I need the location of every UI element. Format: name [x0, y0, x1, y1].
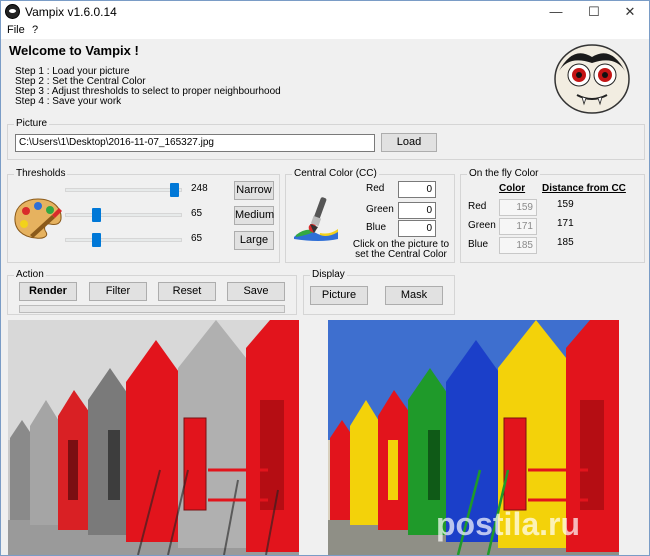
paint-brush-icon: [294, 197, 338, 241]
cc-green-label: Green: [366, 204, 394, 215]
otf-red-distance: 159: [557, 199, 574, 210]
large-button[interactable]: Large: [234, 231, 274, 250]
medium-button[interactable]: Medium: [234, 206, 274, 225]
otf-blue-label: Blue: [468, 239, 489, 250]
load-button[interactable]: Load: [381, 133, 437, 152]
menu-help[interactable]: ?: [32, 24, 38, 36]
central-color-group: Central Color (CC) Red 0 Green 0 Blue 0 …: [285, 168, 455, 263]
otf-green-label: Green: [468, 220, 496, 231]
close-icon[interactable]: ✕: [613, 1, 647, 23]
maximize-icon[interactable]: ☐: [577, 1, 611, 23]
thresholds-group-label: Thresholds: [14, 168, 68, 179]
otf-blue-color: 185: [499, 237, 537, 254]
thresholds-group: Thresholds 248 65 65 Narrow Medium Large: [7, 168, 280, 263]
mask-display-button[interactable]: Mask: [385, 286, 443, 305]
cc-red-input[interactable]: 0: [398, 181, 436, 198]
otf-blue-distance: 185: [557, 237, 574, 248]
original-picture[interactable]: postila.ru: [328, 320, 619, 555]
picture-group: Picture C:\Users\1\Desktop\2016-11-07_16…: [7, 118, 645, 160]
threshold-slider-3[interactable]: [65, 238, 182, 242]
steps-list: Step 1 : Load your picture Step 2 : Set …: [15, 67, 281, 107]
otf-distance-header: Distance from CC: [542, 183, 626, 194]
menu-file[interactable]: File: [7, 24, 25, 36]
original-beach-huts-image: postila.ru: [328, 320, 619, 555]
watermark-text: postila.ru: [436, 506, 580, 542]
threshold-slider-1-thumb[interactable]: [169, 183, 179, 197]
cc-blue-label: Blue: [366, 222, 387, 233]
otf-red-label: Red: [468, 201, 487, 212]
narrow-button[interactable]: Narrow: [234, 181, 274, 200]
threshold-slider-1[interactable]: [65, 188, 182, 192]
display-group: Display Picture Mask: [303, 269, 455, 315]
threshold-slider-2[interactable]: [65, 213, 182, 217]
central-color-group-label: Central Color (CC): [292, 168, 379, 179]
threshold-slider-2-thumb[interactable]: [92, 208, 101, 222]
window-title: Vampix v1.6.0.14: [25, 5, 117, 19]
title-bar: Vampix v1.6.0.14 — ☐ ✕: [1, 1, 649, 23]
palette-icon: [14, 198, 62, 239]
cc-blue-input[interactable]: 0: [398, 220, 436, 237]
cc-hint: Click on the picture to set the Central …: [352, 239, 450, 260]
action-group: Action Render Filter Reset Save: [7, 269, 297, 315]
otf-green-distance: 171: [557, 218, 574, 229]
welcome-heading: Welcome to Vampix !: [9, 43, 139, 58]
picture-path-input[interactable]: C:\Users\1\Desktop\2016-11-07_165327.jpg: [15, 134, 375, 152]
filtered-beach-huts-image: [8, 320, 299, 555]
filtered-picture[interactable]: [8, 320, 299, 555]
menu-bar: File ?: [1, 23, 649, 39]
threshold-1-value: 248: [191, 183, 208, 194]
progress-bar: [19, 305, 285, 313]
render-button[interactable]: Render: [19, 282, 77, 301]
vampire-mascot-icon: [554, 44, 630, 114]
on-the-fly-group: On the fly Color Color Distance from CC …: [460, 168, 645, 263]
threshold-slider-3-thumb[interactable]: [92, 233, 101, 247]
minimize-icon[interactable]: —: [539, 1, 573, 23]
otf-green-color: 171: [499, 218, 537, 235]
action-group-label: Action: [14, 269, 46, 280]
vampire-app-icon: [5, 4, 20, 19]
picture-display-button[interactable]: Picture: [310, 286, 368, 305]
otf-color-header: Color: [499, 183, 526, 194]
otf-red-color: 159: [499, 199, 537, 216]
cc-green-input[interactable]: 0: [398, 202, 436, 219]
threshold-3-value: 65: [191, 233, 203, 244]
filter-button[interactable]: Filter: [89, 282, 147, 301]
reset-button[interactable]: Reset: [158, 282, 216, 301]
cc-red-label: Red: [366, 183, 385, 194]
save-button[interactable]: Save: [227, 282, 285, 301]
threshold-2-value: 65: [191, 208, 203, 219]
picture-group-label: Picture: [14, 118, 50, 129]
app-window: Vampix v1.6.0.14 — ☐ ✕ File ? Welcome to…: [0, 0, 650, 556]
on-the-fly-group-label: On the fly Color: [467, 168, 541, 179]
step-4: Step 4 : Save your work: [15, 96, 122, 107]
display-group-label: Display: [310, 269, 347, 280]
